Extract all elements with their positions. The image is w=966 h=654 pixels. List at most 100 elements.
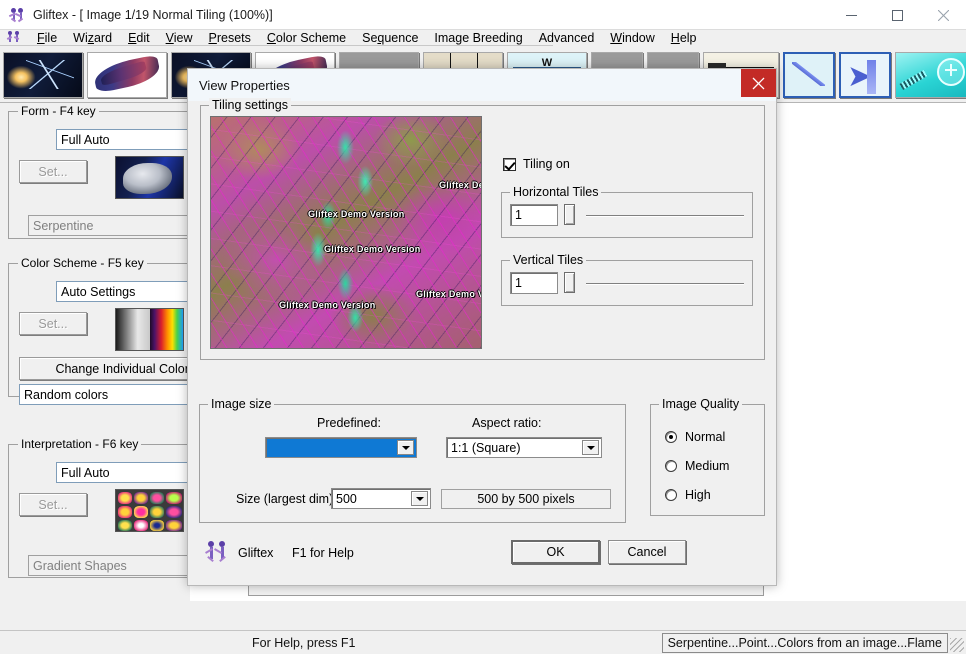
menu-image-breeding[interactable]: Image Breeding: [426, 30, 530, 46]
preview-watermark: Gliftex Demo Version: [324, 244, 421, 254]
image-size-legend: Image size: [208, 397, 275, 411]
size-value: 500: [336, 491, 357, 506]
cancel-button[interactable]: Cancel: [608, 540, 686, 564]
horizontal-tiles-slider[interactable]: [564, 204, 744, 226]
feather-thumbnail-icon: [88, 52, 166, 97]
interpretation-set-button[interactable]: Set...: [19, 493, 87, 516]
form-mode-value: Full Auto: [61, 132, 110, 147]
interpretation-status-value: Gradient Shapes: [33, 558, 127, 573]
thumb-feather[interactable]: [87, 51, 167, 98]
menu-color-scheme[interactable]: Color Scheme: [259, 30, 354, 46]
sculpture-preview-icon[interactable]: [115, 156, 184, 199]
thumb-diagonal[interactable]: [783, 51, 835, 98]
maximize-button[interactable]: [874, 0, 920, 30]
horizontal-tiles-legend: Horizontal Tiles: [510, 185, 602, 199]
preview-watermark: Gliftex Demo Ver: [416, 289, 481, 299]
magnifier-plus-icon: [896, 52, 966, 97]
menu-presets[interactable]: Presets: [201, 30, 259, 46]
dialog-close-button[interactable]: [741, 69, 776, 97]
gradient-shapes-preview-icon[interactable]: [115, 489, 184, 532]
interpretation-mode-value: Full Auto: [61, 465, 110, 480]
color-scheme-group-legend: Color Scheme - F5 key: [18, 256, 147, 270]
thumb-lightning[interactable]: [3, 51, 83, 98]
spectrum-preview-icon[interactable]: [115, 308, 184, 351]
ok-button[interactable]: OK: [511, 540, 600, 564]
menu-window[interactable]: Window: [602, 30, 662, 46]
pixel-dimensions-value: 500 by 500 pixels: [477, 492, 575, 506]
gliftex-figures-icon: [205, 540, 229, 564]
form-status-value: Serpentine: [33, 218, 94, 233]
size-largest-dim-label: Size (largest dim): [236, 492, 334, 506]
change-individual-colors-label: Change Individual Colors...: [55, 361, 190, 376]
quality-option-medium[interactable]: Medium: [665, 459, 729, 473]
menu-advanced[interactable]: Advanced: [531, 30, 603, 46]
pixel-dimensions-readout: 500 by 500 pixels: [441, 489, 611, 509]
aspect-ratio-value: 1:1 (Square): [451, 440, 521, 455]
interpretation-status-combo[interactable]: Gradient Shapes: [28, 555, 190, 576]
size-combo[interactable]: 500: [331, 488, 431, 509]
gliftex-figures-icon: [8, 7, 25, 23]
color-scheme-status-value: Random colors: [24, 387, 109, 402]
color-scheme-mode-value: Auto Settings: [61, 284, 136, 299]
resize-grip[interactable]: [950, 638, 964, 652]
vertical-tiles-input[interactable]: 1: [510, 272, 558, 294]
radio-box: [665, 431, 677, 443]
radio-box: [665, 489, 677, 501]
form-set-button[interactable]: Set...: [19, 160, 87, 183]
thumb-zoom-in[interactable]: [895, 51, 966, 98]
predefined-combo[interactable]: [265, 437, 417, 458]
quality-option-high[interactable]: High: [665, 488, 711, 502]
chevron-down-icon[interactable]: [411, 491, 428, 506]
color-scheme-status-combo[interactable]: Random colors: [19, 384, 190, 405]
status-help-text: For Help, press F1: [252, 635, 356, 650]
chevron-down-icon[interactable]: [397, 440, 414, 455]
horizontal-tiles-fieldset: Horizontal Tiles 1: [501, 185, 753, 238]
aspect-ratio-label: Aspect ratio:: [472, 416, 542, 430]
view-properties-dialog: View Properties Tiling settings Gliftex …: [187, 68, 777, 586]
thumb-arrow-bar[interactable]: [839, 51, 891, 98]
brand-label: Gliftex: [238, 546, 274, 560]
interpretation-group-legend: Interpretation - F6 key: [18, 437, 142, 451]
menu-edit[interactable]: Edit: [120, 30, 158, 46]
menu-wizard[interactable]: Wizard: [65, 30, 120, 46]
interpretation-mode-combo[interactable]: Full Auto: [56, 462, 190, 483]
slider-thumb[interactable]: [564, 272, 575, 293]
tiling-on-checkbox[interactable]: Tiling on: [503, 157, 570, 171]
close-button[interactable]: [920, 0, 966, 30]
help-hint-label: F1 for Help: [292, 546, 354, 560]
change-individual-colors-button[interactable]: Change Individual Colors...: [19, 357, 190, 380]
horizontal-tiles-input[interactable]: 1: [510, 204, 558, 226]
preview-watermark: Gliftex De: [439, 180, 482, 190]
menu-sequence[interactable]: Sequence: [354, 30, 426, 46]
menu-file[interactable]: File: [29, 30, 65, 46]
close-icon: [752, 77, 765, 89]
aspect-ratio-combo[interactable]: 1:1 (Square): [446, 437, 602, 458]
menubar: File Wizard Edit View Presets Color Sche…: [0, 30, 966, 74]
statusbar: For Help, press F1 Serpentine...Point...…: [0, 630, 966, 654]
chevron-down-icon[interactable]: [582, 440, 599, 455]
form-group: Form - F4 key Full Auto Set... Serpentin…: [8, 104, 190, 239]
menu-help[interactable]: Help: [663, 30, 705, 46]
color-scheme-set-button[interactable]: Set...: [19, 312, 87, 335]
image-size-fieldset: Image size Predefined: Aspect ratio: 1:1…: [199, 397, 626, 523]
dialog-titlebar: View Properties: [188, 69, 776, 101]
application-window: Gliftex - [ Image 1/19 Normal Tiling (10…: [0, 0, 966, 654]
color-scheme-mode-combo[interactable]: Auto Settings: [56, 281, 190, 302]
arrow-to-bar-icon: [841, 53, 889, 96]
quality-option-normal[interactable]: Normal: [665, 430, 725, 444]
form-group-legend: Form - F4 key: [18, 104, 99, 118]
slider-track: [586, 215, 744, 217]
window-controls: [828, 0, 966, 30]
cancel-label: Cancel: [627, 545, 667, 559]
form-mode-combo[interactable]: Full Auto: [56, 129, 190, 150]
vertical-tiles-value: 1: [515, 276, 522, 290]
form-status-combo[interactable]: Serpentine: [28, 215, 190, 236]
vertical-tiles-fieldset: Vertical Tiles 1: [501, 253, 753, 306]
slider-thumb[interactable]: [564, 204, 575, 225]
menu-view[interactable]: View: [158, 30, 201, 46]
menubar-divider: [0, 45, 553, 46]
image-quality-fieldset: Image Quality Normal Medium High: [650, 397, 765, 516]
tiling-settings-legend: Tiling settings: [209, 98, 291, 112]
vertical-tiles-slider[interactable]: [564, 272, 744, 294]
minimize-button[interactable]: [828, 0, 874, 30]
